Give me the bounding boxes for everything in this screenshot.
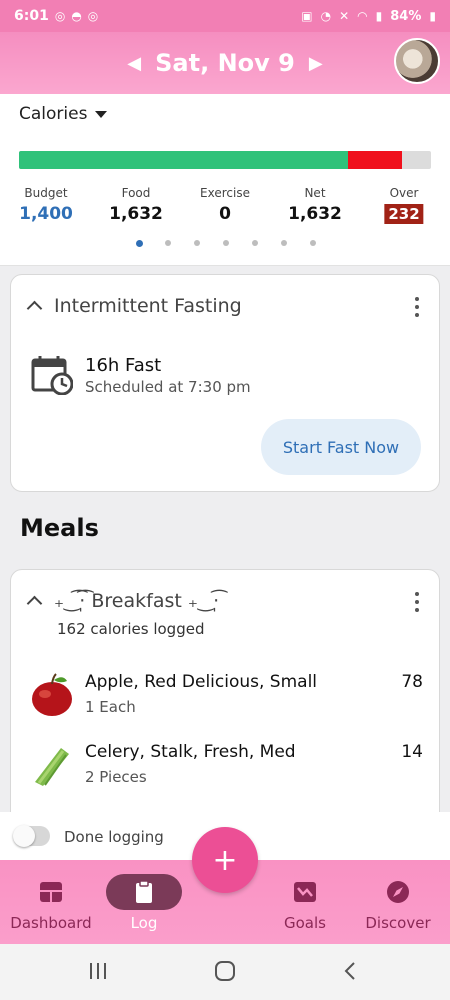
stat-label: Food (121, 186, 151, 200)
page-dot[interactable] (165, 240, 171, 246)
status-time: 6:01 (14, 8, 49, 24)
page-dot[interactable] (310, 240, 316, 246)
page-dot[interactable] (281, 240, 287, 246)
nav-discover[interactable]: Discover (348, 860, 448, 944)
home-icon[interactable] (214, 960, 236, 982)
recent-apps-icon[interactable] (88, 960, 108, 982)
stat-label: Exercise (200, 186, 250, 200)
stat-value: 0 (219, 204, 231, 224)
page-dot[interactable] (136, 239, 143, 247)
celery-icon (35, 748, 69, 786)
fingerprint-icon: ◎ (54, 9, 66, 23)
avatar[interactable] (394, 38, 440, 84)
date-header: ◀ Sat, Nov 9 ▶ (0, 32, 450, 94)
chevron-up-icon (26, 595, 43, 612)
nutrient-selector[interactable]: Calories (19, 104, 108, 124)
calorie-progress-bar (19, 151, 431, 169)
system-navigation-bar (0, 944, 450, 1000)
dashboard-icon (40, 882, 62, 902)
caret-down-icon (95, 110, 108, 118)
meals-heading: Meals (20, 514, 99, 542)
add-entry-button[interactable]: + (192, 827, 258, 893)
stat-value: 1,632 (288, 204, 342, 224)
calories-panel: Calories Budget 1,400 Food 1,632 Exercis… (0, 94, 450, 266)
status-bar: 6:01 ◎ ◓ ◎ ▣ ◔ ✕ ◠ ▮ 84% ▮ (0, 0, 450, 32)
done-logging-toggle[interactable] (13, 825, 50, 847)
stat-exercise[interactable]: Exercise 0 (200, 186, 250, 224)
nav-label: Goals (284, 914, 326, 932)
food-calories: 78 (401, 672, 423, 692)
stat-food[interactable]: Food 1,632 (109, 186, 163, 224)
page-dot[interactable] (194, 240, 200, 246)
nav-dashboard[interactable]: Dashboard (1, 860, 101, 944)
nav-label: Discover (365, 914, 431, 932)
fasting-card-header[interactable]: Intermittent Fasting (25, 295, 242, 317)
fasting-card-title: Intermittent Fasting (54, 295, 242, 317)
done-logging-label: Done logging (64, 828, 164, 846)
nav-label: Log (130, 914, 158, 932)
calorie-progress-budget-fill (19, 151, 348, 169)
fast-schedule: Scheduled at 7:30 pm (85, 378, 251, 396)
breakfast-header[interactable]: ₊‿͡·̩͡ Breakfast ₊‿·̩͡ (25, 590, 219, 612)
nutrient-selector-label: Calories (19, 104, 88, 124)
food-name: Apple, Red Delicious, Small (85, 672, 318, 692)
food-row[interactable]: Celery, Stalk, Fresh, Med 2 Pieces 14 (11, 742, 441, 802)
back-icon[interactable] (342, 960, 358, 982)
next-day-icon[interactable]: ▶ (295, 53, 337, 74)
apple-icon (32, 673, 72, 716)
stat-label: Over (389, 186, 419, 200)
signal-icon: ▮ (375, 9, 383, 23)
breakfast-calories-logged: 162 calories logged (57, 620, 205, 638)
start-fast-button[interactable]: Start Fast Now (261, 419, 421, 475)
wifi-icon: ◠ (357, 9, 368, 23)
clipboard-icon (136, 880, 152, 903)
stat-label: Budget (24, 186, 68, 200)
nav-goals[interactable]: Goals (255, 860, 355, 944)
stat-net[interactable]: Net 1,632 (288, 186, 342, 224)
nav-log[interactable]: Log (94, 860, 194, 944)
breakfast-card: ₊‿͡·̩͡ Breakfast ₊‿·̩͡ 162 calories logg… (10, 569, 440, 829)
intermittent-fasting-card: Intermittent Fasting 16h Fast Scheduled … (10, 274, 440, 492)
compass-icon (387, 881, 409, 903)
stat-label: Net (304, 186, 326, 200)
food-row[interactable]: Apple, Red Delicious, Small 1 Each 78 (11, 672, 441, 732)
stat-value: 232 (384, 204, 424, 224)
mute-icon: ✕ (339, 9, 350, 23)
lock-icon: ▣ (301, 9, 313, 23)
snapchat-icon: ◓ (71, 9, 82, 23)
date-title[interactable]: Sat, Nov 9 (155, 49, 295, 77)
previous-day-icon[interactable]: ◀ (113, 53, 155, 74)
stat-value: 1,632 (109, 204, 163, 224)
nav-label: Dashboard (10, 914, 92, 932)
battery-icon: ▮ (429, 9, 436, 23)
stat-budget[interactable]: Budget 1,400 (19, 186, 73, 224)
goals-chart-icon (294, 882, 316, 902)
fingerprint-icon: ◎ (87, 9, 99, 23)
breakfast-title: ₊‿͡·̩͡ Breakfast ₊‿·̩͡ (54, 590, 220, 612)
more-options-icon[interactable] (415, 592, 419, 612)
stat-value: 1,400 (19, 204, 73, 224)
food-quantity: 2 Pieces (85, 768, 147, 786)
food-name: Celery, Stalk, Fresh, Med (85, 742, 296, 762)
calendar-clock-icon (31, 356, 73, 395)
fast-plan: 16h Fast (85, 355, 162, 376)
food-quantity: 1 Each (85, 698, 136, 716)
stat-over[interactable]: Over 232 (384, 186, 424, 224)
page-dot[interactable] (252, 240, 258, 246)
chevron-up-icon (26, 300, 43, 317)
alarm-icon: ◔ (320, 9, 332, 23)
battery-level: 84% (390, 8, 422, 24)
calorie-progress-over-fill (347, 151, 403, 169)
food-calories: 14 (401, 742, 423, 762)
more-options-icon[interactable] (415, 297, 419, 317)
page-dot[interactable] (223, 240, 229, 246)
